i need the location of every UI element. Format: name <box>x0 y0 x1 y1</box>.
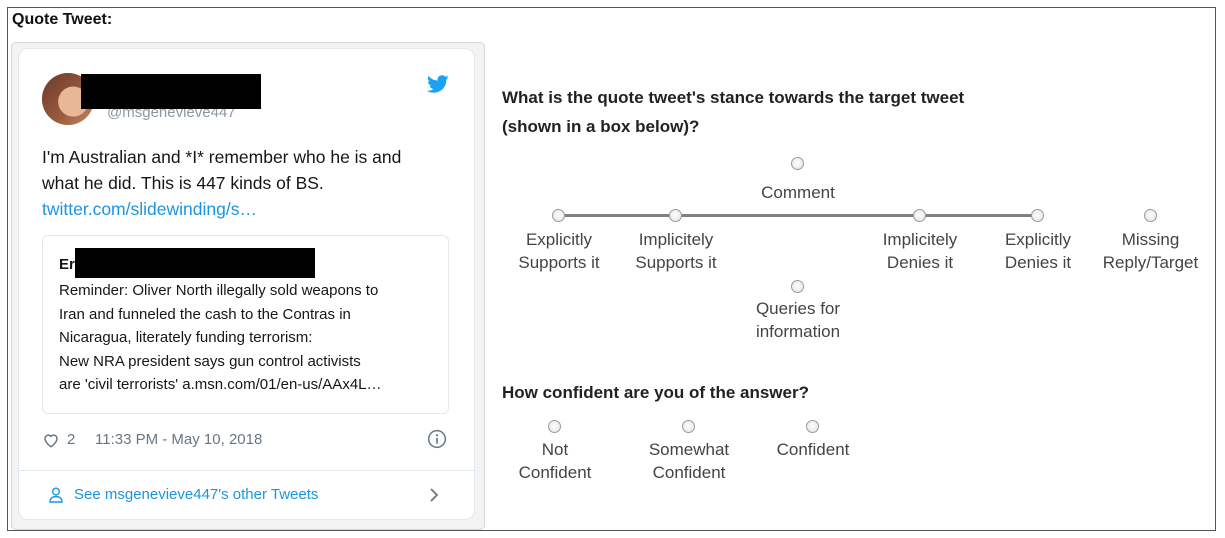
option-missing-label: Missing Reply/Target <box>1088 228 1213 274</box>
label-line: Explicitly <box>525 230 593 249</box>
option-comment-label: Comment <box>761 183 835 202</box>
tweet-text-line: what he did. This is 447 kinds of BS. <box>42 173 324 193</box>
quoted-text-line: Iran and funneled the cash to the Contra… <box>59 305 351 323</box>
section-title: Quote Tweet: <box>12 11 113 28</box>
label-line: Somewhat <box>648 440 730 459</box>
label-line: Denies it <box>886 253 954 272</box>
chevron-right-icon[interactable] <box>428 486 440 504</box>
label-line: Denies it <box>1004 253 1072 272</box>
radio-queries[interactable] <box>791 280 804 293</box>
radio-not-confident[interactable] <box>548 420 561 433</box>
stance-question: What is the quote tweet's stance towards… <box>502 83 1082 141</box>
stance-question-line1: What is the quote tweet's stance towards… <box>502 88 965 107</box>
label-line: Missing <box>1121 230 1180 249</box>
label-line: Implicitely <box>638 230 714 249</box>
radio-explicitly-supports[interactable] <box>552 209 565 222</box>
quoted-tweet[interactable]: Er Reminder: Oliver North illegally sold… <box>42 235 449 414</box>
radio-somewhat-confident[interactable] <box>682 420 695 433</box>
confidence-question: How confident are you of the answer? <box>502 383 809 402</box>
tweet-card: @msgenevieve447 I'm Australian and *I* r… <box>18 48 475 520</box>
redacted-quoted-author <box>75 248 315 278</box>
tweet-text-line: I'm Australian and *I* remember who he i… <box>42 147 402 167</box>
quoted-text-line: Reminder: Oliver North illegally sold we… <box>59 282 379 299</box>
quoted-text: Reminder: Oliver North illegally sold we… <box>59 279 439 397</box>
tweet-timestamp[interactable]: 11:33 PM - May 10, 2018 <box>95 431 262 448</box>
radio-missing[interactable] <box>1144 209 1157 222</box>
tweet-link[interactable]: twitter.com/slidewinding/s… <box>42 196 457 222</box>
radio-implicitly-supports[interactable] <box>669 209 682 222</box>
twitter-bird-icon[interactable] <box>427 73 449 95</box>
label-line: information <box>755 322 841 341</box>
stance-question-line2: (shown in a box below)? <box>502 117 700 136</box>
quoted-text-line: are 'civil terrorists' a.msn.com/01/en-u… <box>59 376 382 393</box>
label-line: Supports it <box>635 253 717 272</box>
quoted-text-line: New NRA president says gun control activ… <box>59 352 361 370</box>
quoted-text-line: Nicaragua, literately funding terrorism: <box>59 329 313 346</box>
info-icon[interactable] <box>427 429 447 449</box>
option-confident-label: Confident <box>776 440 850 459</box>
like-count: 2 <box>67 431 76 448</box>
option-not-confident-label: Not Confident <box>500 438 610 484</box>
label-line: Implicitely <box>882 230 958 249</box>
stance-scale-line <box>558 214 1039 217</box>
label-line: Not <box>541 440 569 459</box>
option-somewhat-confident-label: Somewhat Confident <box>628 438 750 484</box>
radio-confident[interactable] <box>806 420 819 433</box>
option-implicitly-denies-label: Implicitely Denies it <box>859 228 981 274</box>
quoted-author: Er <box>59 256 75 273</box>
option-explicitly-denies-label: Explicitly Denies it <box>977 228 1099 274</box>
option-queries-label: Queries for information <box>738 297 858 343</box>
card-divider <box>19 470 474 471</box>
heart-icon[interactable] <box>42 431 60 449</box>
radio-comment[interactable] <box>791 157 804 170</box>
person-icon <box>49 487 63 503</box>
option-explicitly-supports-label: Explicitly Supports it <box>498 228 620 274</box>
radio-explicitly-denies[interactable] <box>1031 209 1044 222</box>
tweet-text: I'm Australian and *I* remember who he i… <box>42 144 457 222</box>
label-line: Queries for <box>755 299 841 318</box>
label-line: Confident <box>652 463 726 482</box>
label-line: Supports it <box>518 253 600 272</box>
radio-implicitly-denies[interactable] <box>913 209 926 222</box>
label-line: Reply/Target <box>1102 253 1199 272</box>
see-other-tweets-label: See msgenevieve447's other Tweets <box>74 486 319 503</box>
label-line: Confident <box>518 463 592 482</box>
option-implicitly-supports-label: Implicitely Supports it <box>615 228 737 274</box>
label-line: Explicitly <box>1004 230 1072 249</box>
redacted-name <box>81 74 261 109</box>
